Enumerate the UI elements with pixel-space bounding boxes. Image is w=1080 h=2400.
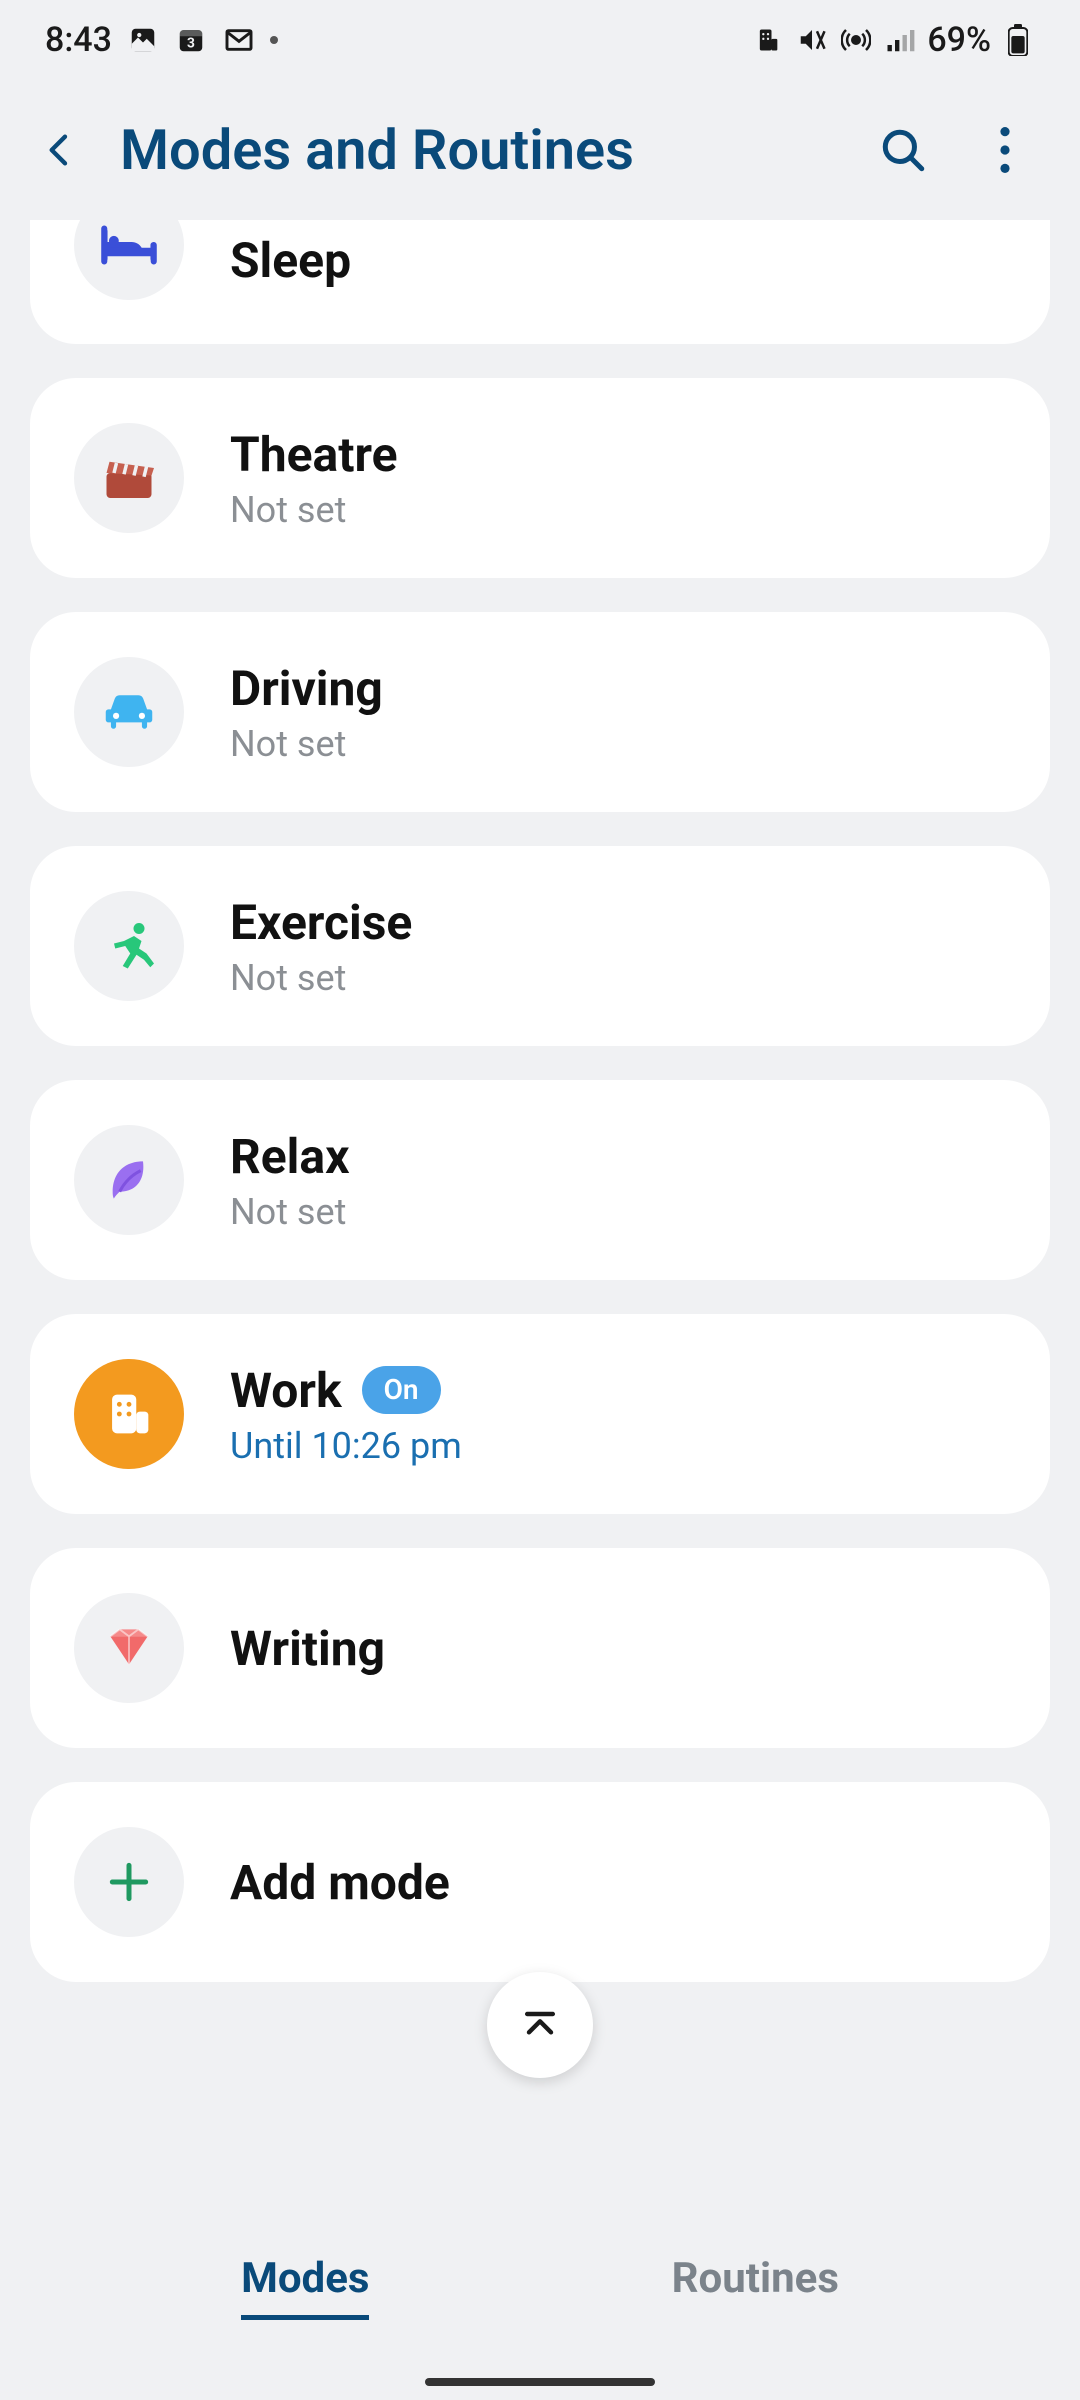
mode-title: Driving [230,660,1006,717]
mode-item-body: Writing [230,1620,1006,1677]
mode-title: Work [230,1362,342,1419]
car-icon [74,657,184,767]
mode-item-writing[interactable]: Writing [30,1548,1050,1748]
mode-title: Exercise [230,894,1006,951]
clapperboard-icon [74,423,184,533]
gmail-icon [222,23,256,57]
mode-item-body: Relax Not set [230,1128,1006,1233]
mode-subtitle: Not set [230,957,1006,999]
mode-item-theatre[interactable]: Theatre Not set [30,378,1050,578]
mode-title-row: Work On [230,1362,1006,1419]
more-button[interactable] [970,115,1040,185]
mute-icon [795,23,829,57]
mode-item-body: Exercise Not set [230,894,1006,999]
mode-item-driving[interactable]: Driving Not set [30,612,1050,812]
plus-icon [74,1827,184,1937]
mode-item-body: Add mode [230,1854,1006,1911]
add-mode-label: Add mode [230,1854,1006,1911]
calendar-icon: 3 [174,23,208,57]
mode-item-body: Theatre Not set [230,426,1006,531]
gallery-icon [126,23,160,57]
mode-item-exercise[interactable]: Exercise Not set [30,846,1050,1046]
signal-icon [883,23,917,57]
scroll-top-button[interactable] [487,1972,593,2078]
mode-item-sleep[interactable]: Sleep [30,220,1050,344]
battery-icon [1001,23,1035,57]
mode-item-body: Work On Until 10:26 pm [230,1362,1006,1467]
building-icon [74,1359,184,1469]
leaf-icon [74,1125,184,1235]
battery-percent: 69% [927,20,991,60]
mode-subtitle: Not set [230,723,1006,765]
mode-item-body: Sleep [230,232,1006,289]
mode-title: Writing [230,1620,1006,1677]
status-left: 8:43 3 [45,20,278,60]
bed-icon [74,190,184,300]
status-time: 8:43 [45,20,112,60]
gesture-bar [425,2378,655,2386]
add-mode-button[interactable]: Add mode [30,1782,1050,1982]
on-badge: On [362,1366,441,1413]
mode-item-body: Driving Not set [230,660,1006,765]
search-button[interactable] [868,115,938,185]
modes-list: Sleep Theatre Not set Driving Not set Ex… [0,220,1080,1982]
tab-modes[interactable]: Modes [241,2254,369,2320]
notification-dot-icon [270,36,278,44]
gem-icon [74,1593,184,1703]
hotspot-icon [839,23,873,57]
mode-item-relax[interactable]: Relax Not set [30,1080,1050,1280]
page-title: Modes and Routines [120,117,836,183]
building-status-icon [751,23,785,57]
mode-title: Relax [230,1128,1006,1185]
back-button[interactable] [32,122,88,178]
mode-title: Sleep [230,232,1006,289]
status-bar: 8:43 3 69% [0,0,1080,80]
tab-routines[interactable]: Routines [672,2254,839,2320]
app-header: Modes and Routines [0,80,1080,220]
mode-subtitle: Until 10:26 pm [230,1425,1006,1467]
status-right: 69% [751,20,1035,60]
bottom-tabs: Modes Routines [0,2234,1080,2340]
running-icon [74,891,184,1001]
svg-text:3: 3 [187,36,195,52]
mode-title: Theatre [230,426,1006,483]
mode-subtitle: Not set [230,489,1006,531]
mode-subtitle: Not set [230,1191,1006,1233]
mode-item-work[interactable]: Work On Until 10:26 pm [30,1314,1050,1514]
